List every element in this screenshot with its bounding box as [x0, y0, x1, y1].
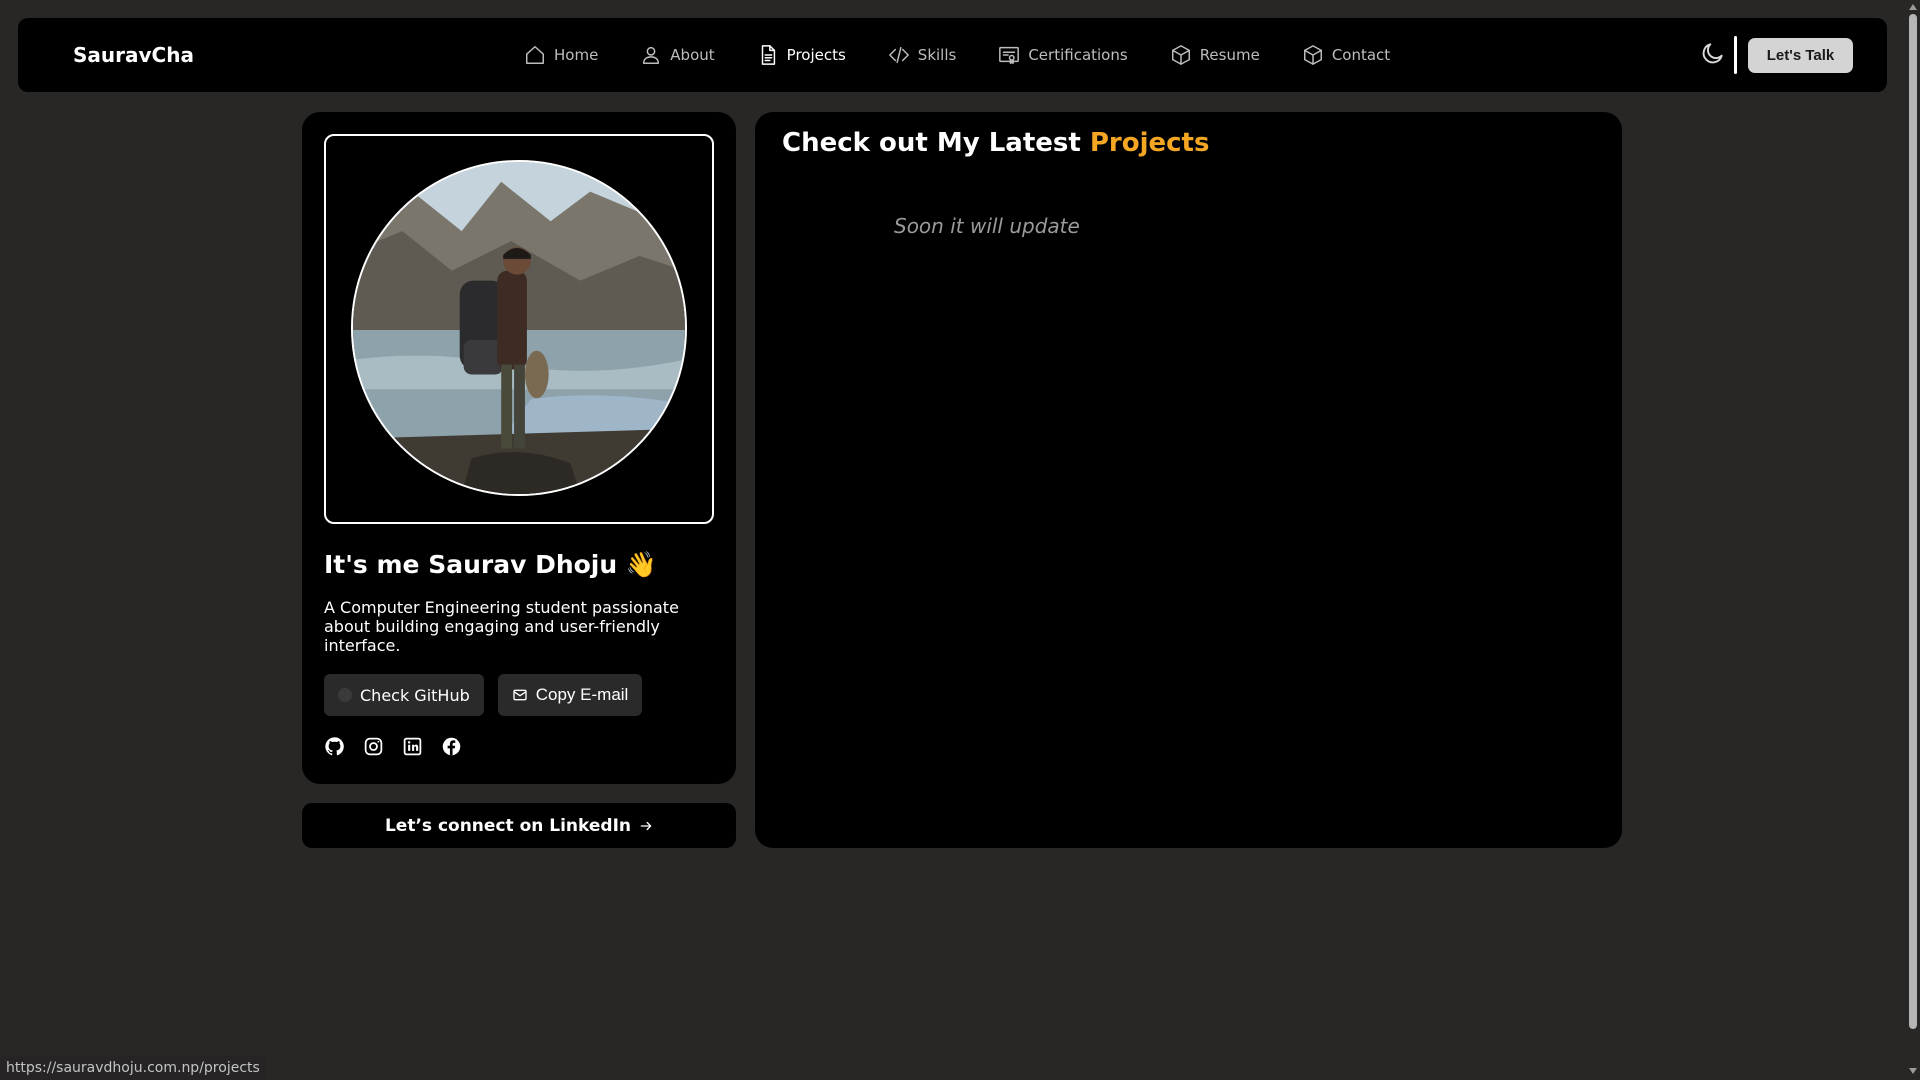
profile-photo	[351, 160, 687, 496]
projects-title: Check out My Latest Projects	[782, 128, 1209, 158]
github-link[interactable]	[324, 736, 345, 757]
nav-link-label: Skills	[917, 46, 957, 64]
nav-link-label: Home	[554, 46, 599, 64]
moon-icon	[1702, 43, 1723, 64]
nav-link-projects[interactable]: Projects	[757, 44, 846, 66]
scroll-down-arrow-icon[interactable]	[1909, 1068, 1917, 1074]
github-logo-icon	[338, 688, 352, 702]
projects-title-accent: Projects	[1089, 128, 1210, 158]
facebook-icon	[442, 737, 461, 756]
nav-link-label: Resume	[1199, 46, 1260, 64]
profile-name: It's me Saurav Dhoju 👋	[324, 550, 657, 579]
projects-title-prefix: Check out My Latest	[782, 128, 1090, 158]
copy-email-button[interactable]: Copy E-mail	[497, 674, 643, 716]
nav-link-label: Contact	[1331, 46, 1391, 64]
linkedin-connect-label: Let’s connect on LinkedIn	[384, 815, 632, 836]
linkedin-link[interactable]	[402, 736, 423, 757]
photo-frame	[324, 134, 714, 524]
scroll-up-arrow-icon[interactable]	[1909, 4, 1917, 10]
profile-card: It's me Saurav Dhoju 👋 A Computer Engine…	[302, 112, 736, 784]
nav-link-home[interactable]: Home	[524, 44, 598, 66]
scrollbar[interactable]	[1906, 0, 1920, 1080]
package-icon	[1171, 45, 1190, 65]
navbar: SauravCha Home About Projects Skills Cer…	[18, 18, 1887, 92]
check-github-label: Check GitHub	[360, 685, 470, 705]
linkedin-icon	[403, 737, 422, 756]
user-icon	[643, 46, 660, 64]
theme-toggle[interactable]	[1700, 40, 1728, 68]
copy-email-label: Copy E-mail	[535, 685, 629, 704]
github-icon	[325, 737, 344, 756]
brand-logo[interactable]: SauravCha	[73, 18, 194, 92]
mail-icon	[513, 689, 527, 701]
profile-actions: Check GitHub Copy E-mail	[324, 674, 643, 716]
nav-link-resume[interactable]: Resume	[1170, 44, 1260, 66]
package-icon	[1303, 45, 1322, 65]
nav-link-certifications[interactable]: Certifications	[998, 44, 1128, 66]
home-icon	[526, 46, 544, 64]
linkedin-connect-button[interactable]: Let’s connect on LinkedIn	[302, 803, 736, 848]
check-github-button[interactable]: Check GitHub	[324, 674, 484, 716]
nav-link-label: Projects	[786, 46, 846, 64]
projects-empty-message: Soon it will update	[894, 214, 1080, 238]
instagram-link[interactable]	[363, 736, 384, 757]
status-bar-url: https://sauravdhoju.com.np/projects	[0, 1056, 266, 1080]
profile-photo-illustration	[353, 162, 685, 494]
code-icon	[888, 46, 909, 64]
profile-bio: A Computer Engineering student passionat…	[324, 598, 679, 655]
document-icon	[761, 45, 775, 65]
certificate-icon	[999, 46, 1020, 64]
social-links	[324, 736, 462, 757]
nav-link-label: About	[670, 46, 715, 64]
nav-divider	[1734, 36, 1737, 74]
nav-links: Home About Projects Skills Certification…	[524, 18, 1390, 92]
nav-link-about[interactable]: About	[640, 44, 715, 66]
scrollbar-thumb[interactable]	[1909, 14, 1917, 1029]
nav-link-contact[interactable]: Contact	[1302, 44, 1390, 66]
projects-panel: Check out My Latest Projects Soon it wil…	[755, 112, 1622, 848]
facebook-link[interactable]	[441, 736, 462, 757]
nav-link-skills[interactable]: Skills	[888, 44, 957, 66]
arrow-right-icon	[640, 821, 652, 830]
nav-link-label: Certifications	[1028, 46, 1128, 64]
lets-talk-button[interactable]: Let's Talk	[1748, 38, 1853, 73]
instagram-icon	[364, 737, 383, 756]
